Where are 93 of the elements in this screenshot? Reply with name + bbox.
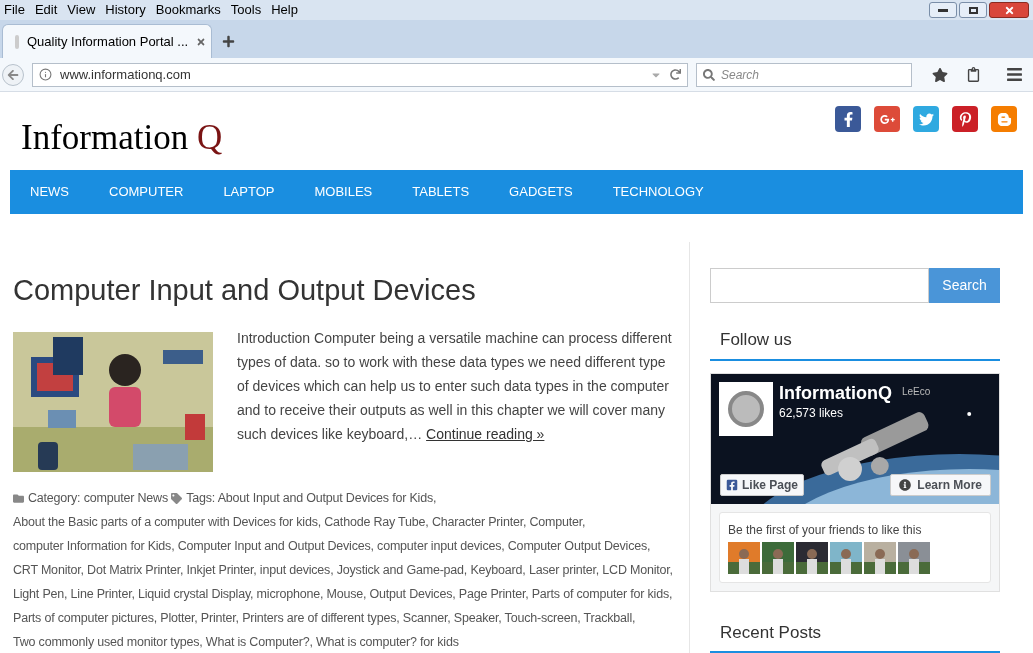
category-link[interactable]: computer: [83, 491, 135, 506]
tag-link[interactable]: Touch-screen,: [504, 611, 581, 626]
search-icon: [703, 68, 715, 81]
article-title[interactable]: Computer Input and Output Devices: [13, 272, 677, 309]
menu-item[interactable]: Edit: [34, 0, 58, 20]
tag-link[interactable]: Scanner,: [402, 611, 451, 626]
tag-link[interactable]: Parts of computer pictures,: [13, 611, 157, 626]
nav-link[interactable]: TECHNOLOGY: [612, 182, 704, 202]
tag-link[interactable]: Output Devices,: [369, 587, 456, 602]
tag-link[interactable]: Inkjet Printer,: [186, 563, 257, 578]
nav-link[interactable]: TABLETS: [412, 182, 470, 202]
nav-link[interactable]: LAPTOP: [223, 182, 275, 202]
menu-item[interactable]: History: [105, 0, 146, 20]
info-icon: [39, 68, 52, 81]
folder-icon: [13, 493, 24, 505]
menu-item[interactable]: File: [4, 0, 25, 20]
tag-link[interactable]: CRT Monitor,: [13, 563, 84, 578]
tag-link[interactable]: Parts of computer for kids,: [531, 587, 673, 602]
tag-link[interactable]: About the Basic parts of a computer with Devices for kids,: [13, 515, 321, 530]
tag-link[interactable]: Character Printer,: [431, 515, 527, 530]
browser-tab[interactable]: Quality Information Portal ...: [2, 24, 212, 58]
tag-link[interactable]: About Input and Output Devices for Kids,: [217, 491, 437, 506]
nav-link[interactable]: GADGETS: [509, 182, 573, 202]
tag-link[interactable]: Computer,: [529, 515, 586, 530]
tag-link[interactable]: Trackball,: [583, 611, 636, 626]
friends-text: Be the first of your friends to like this: [728, 521, 923, 539]
tag-link[interactable]: Liquid crystal Display,: [137, 587, 254, 602]
bookmark-star-icon[interactable]: [932, 66, 948, 83]
tag-link[interactable]: Computer Input and Output Devices,: [177, 539, 374, 554]
tag-link[interactable]: Line Printer,: [70, 587, 135, 602]
tag-link[interactable]: Dot Matrix Printer,: [87, 563, 184, 578]
nav-link[interactable]: COMPUTER: [109, 182, 184, 202]
tag-link[interactable]: Keyboard,: [470, 563, 526, 578]
site-logo[interactable]: Information Q: [21, 120, 223, 155]
brand-text: LeEco: [902, 384, 931, 399]
tag-link[interactable]: LCD Monitor,: [602, 563, 673, 578]
menu-item[interactable]: Bookmarks: [155, 0, 221, 20]
tags-label: Tags:: [186, 491, 216, 506]
tag-link[interactable]: Laser printer,: [528, 563, 600, 578]
facebook-icon[interactable]: [835, 106, 861, 132]
learn-more-button[interactable]: Learn More: [890, 473, 991, 496]
new-tab-icon[interactable]: [222, 35, 235, 48]
restore-icon[interactable]: [959, 2, 987, 18]
tag-link[interactable]: Speaker,: [453, 611, 502, 626]
tag-link[interactable]: Plotter,: [160, 611, 198, 626]
article-excerpt: Introduction Computer being a versatile machine can process different types of data. so to work with these data types we need different type of devices which can help us to enter such data types in the computer and to receive their outputs as well in this chapter we will cover many such devices like keyboard,… Continue reading »: [237, 329, 673, 445]
info-icon: [899, 478, 912, 491]
tag-link[interactable]: Mouse,: [326, 587, 367, 602]
menu-item[interactable]: Tools: [230, 0, 262, 20]
tag-link[interactable]: Joystick and Game-pad,: [336, 563, 468, 578]
tag-link[interactable]: input devices,: [259, 563, 334, 578]
nav-link[interactable]: MOBILES: [314, 182, 373, 202]
menu-item[interactable]: View: [67, 0, 96, 20]
close-icon[interactable]: [989, 2, 1029, 18]
tag-link[interactable]: Page Printer,: [458, 587, 529, 602]
page-avatar-icon: [719, 381, 773, 436]
blogger-icon[interactable]: [991, 106, 1017, 132]
minimize-icon[interactable]: [929, 2, 957, 18]
tag-link[interactable]: Cathode Ray Tube,: [324, 515, 429, 530]
category-label: Category:: [28, 491, 81, 506]
twitter-icon[interactable]: [913, 106, 939, 132]
clipboard-icon[interactable]: [966, 67, 981, 82]
tag-link[interactable]: Printer,: [200, 611, 239, 626]
tag-link[interactable]: Light Pen,: [13, 587, 68, 602]
page-name[interactable]: InformationQ: [779, 381, 892, 404]
continue-reading-link[interactable]: Continue reading »: [426, 426, 545, 443]
search-input[interactable]: [710, 268, 929, 303]
facebook-icon: [726, 478, 738, 491]
address-field[interactable]: www.informationq.com: [32, 62, 688, 87]
tag-link[interactable]: Two commonly used monitor types,: [13, 635, 203, 650]
tag-link[interactable]: What is Computer?,: [205, 635, 313, 650]
googleplus-icon[interactable]: [874, 106, 900, 132]
back-icon[interactable]: [7, 68, 19, 81]
like-count: 62,573 likes: [779, 405, 845, 422]
tag-link[interactable]: microphone,: [256, 587, 324, 602]
tag-link[interactable]: Computer Output Devices,: [507, 539, 651, 554]
category-link[interactable]: News: [137, 491, 168, 506]
nav-link[interactable]: NEWS: [30, 182, 69, 202]
tag-link[interactable]: What is computer? for kids: [315, 635, 459, 650]
section-heading: Recent Posts: [710, 619, 1000, 653]
close-tab-icon[interactable]: [196, 36, 207, 47]
menu-icon[interactable]: [1006, 66, 1023, 83]
search-field[interactable]: Search: [696, 62, 912, 87]
like-page-button[interactable]: Like Page: [720, 473, 805, 496]
menu-item[interactable]: Help: [271, 0, 298, 20]
tab-title: Quality Information Portal ...: [27, 32, 189, 51]
pinterest-icon[interactable]: [952, 106, 978, 132]
section-heading: Follow us: [710, 327, 1000, 361]
tag-icon: [171, 493, 183, 505]
reload-icon[interactable]: [670, 69, 681, 80]
tag-link[interactable]: Printers are of different types,: [242, 611, 400, 626]
tag-link[interactable]: computer input devices,: [377, 539, 505, 554]
tag-link[interactable]: computer Information for Kids,: [13, 539, 175, 554]
